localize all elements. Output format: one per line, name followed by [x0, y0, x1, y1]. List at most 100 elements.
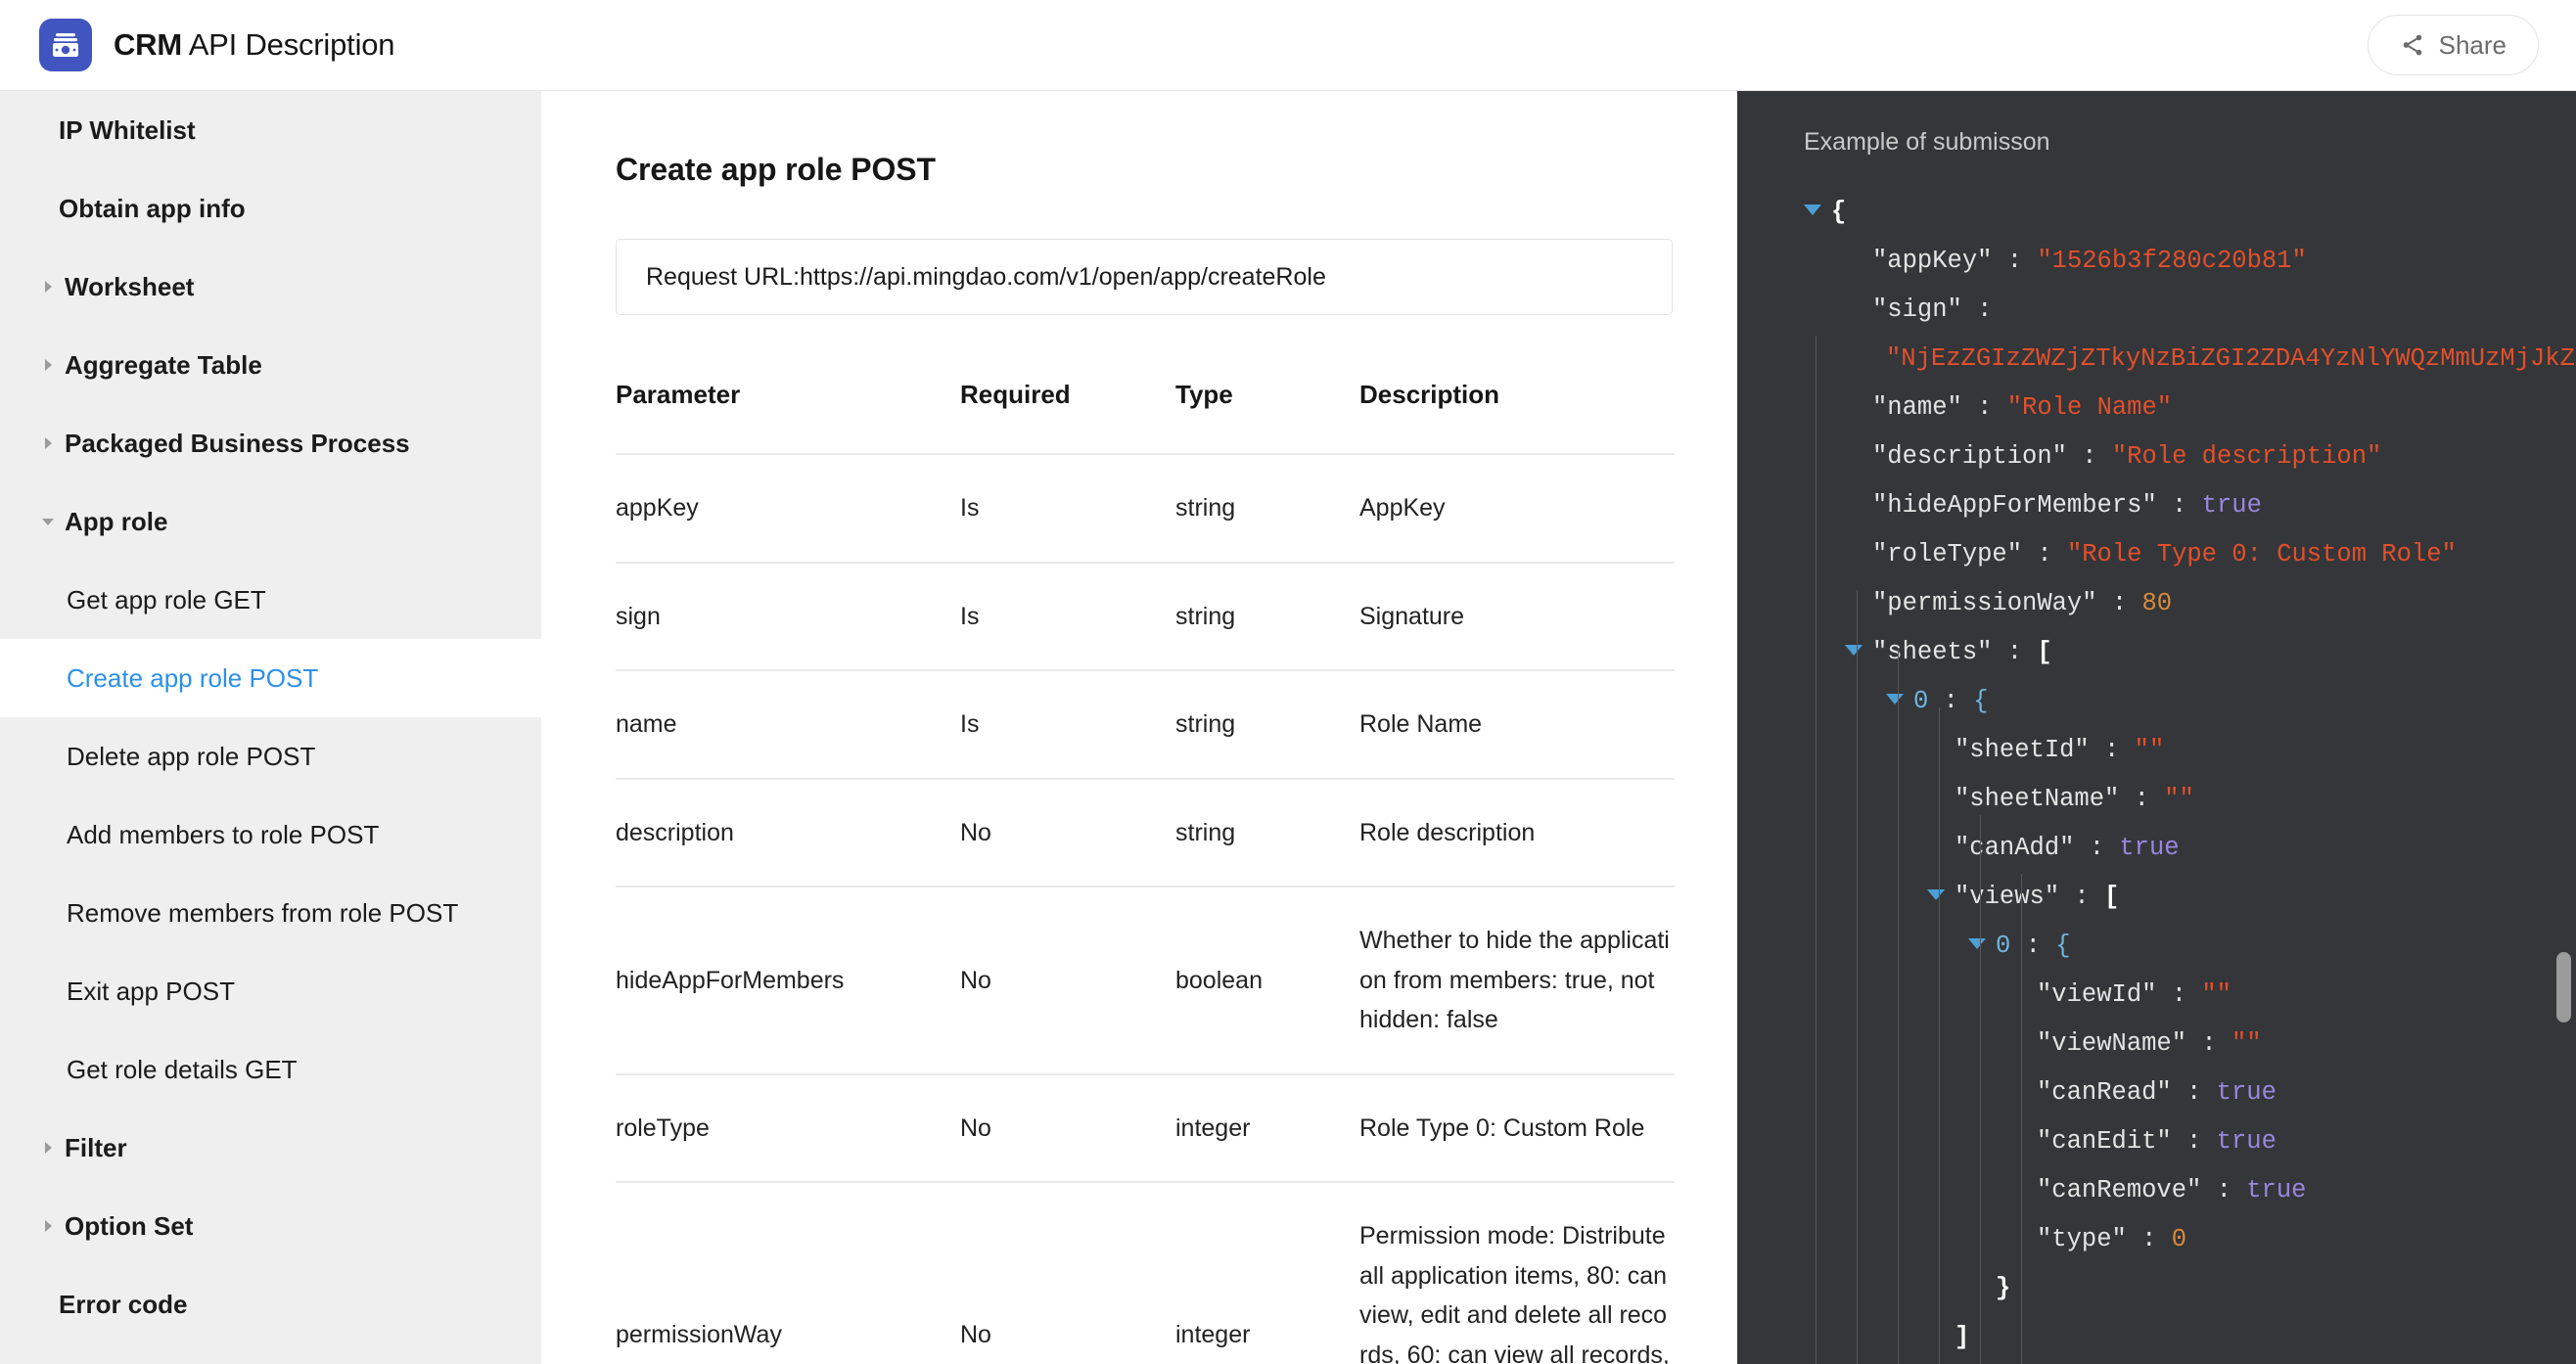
chevron-right-icon[interactable] [37, 276, 59, 297]
sidebar-item-label: Exit app POST [67, 976, 235, 1006]
cell-parameter: sign [616, 562, 960, 671]
request-url-box[interactable]: Request URL:https://api.mingdao.com/v1/o… [616, 239, 1673, 315]
sidebar-item-label: App role [65, 506, 168, 536]
json-colon: : [2156, 980, 2202, 1009]
json-value: "Role description" [2111, 442, 2382, 471]
json-key: "hideAppForMembers" [1872, 491, 2157, 520]
table-row: description No string Role description [616, 778, 1675, 887]
json-line: 0 : { [1804, 677, 2576, 726]
json-key: "views" [1955, 883, 2060, 911]
json-line: "viewId" : "" [1804, 971, 2576, 1020]
json-value: "Role Type 0: Custom Role" [2066, 540, 2457, 568]
json-colon: : [2066, 442, 2112, 471]
json-indent-guide [2021, 874, 2022, 1364]
json-key: "sheetId" [1955, 736, 2090, 764]
sidebar-item-label: Filter [65, 1132, 127, 1162]
cell-type: string [1175, 454, 1359, 564]
sidebar-item-get-role-details-get[interactable]: Get role details GET [0, 1030, 541, 1109]
cell-required: Is [960, 670, 1175, 780]
collapse-triangle-icon[interactable] [1804, 204, 1821, 215]
cell-description: Signature [1359, 562, 1675, 671]
json-colon: : [2096, 589, 2142, 617]
sidebar-item-label: Error code [59, 1289, 188, 1319]
sidebar-item-aggregate-table[interactable]: Aggregate Table [0, 326, 541, 404]
cell-required: No [960, 887, 1175, 1075]
share-button[interactable]: Share [2367, 15, 2539, 75]
cell-description: Role Name [1359, 670, 1675, 780]
sidebar-item-obtain-app-info[interactable]: Obtain app info [0, 169, 541, 248]
json-colon: : [2156, 491, 2202, 520]
json-colon: : [2010, 932, 2056, 960]
sidebar-item-app-role[interactable]: App role [0, 482, 541, 561]
cell-required: No [960, 1073, 1175, 1183]
json-key: "description" [1872, 442, 2067, 471]
cell-parameter: roleType [616, 1073, 960, 1183]
json-line: "canRemove" : true [1804, 1166, 2576, 1215]
json-indent-guide [1898, 649, 1899, 1364]
table-header-row: Parameter Required Type Description [616, 380, 1675, 455]
collapse-triangle-icon[interactable] [1968, 937, 1986, 949]
cell-parameter: appKey [616, 454, 960, 564]
sidebar-item-get-app-role-get[interactable]: Get app role GET [0, 561, 541, 639]
collapse-triangle-icon[interactable] [1886, 693, 1904, 705]
json-value: 0 [2171, 1225, 2187, 1253]
column-header-description: Description [1359, 380, 1675, 455]
collapse-triangle-icon[interactable] [1845, 644, 1863, 656]
sidebar-item-ip-whitelist[interactable]: IP Whitelist [0, 91, 541, 169]
json-key: "canAdd" [1955, 834, 2075, 862]
json-colon: : [2119, 785, 2165, 813]
parameters-table-body: appKey Is string AppKey sign Is string Signatur… [616, 454, 1675, 1364]
sidebar-item-create-app-role-post[interactable]: Create app role POST [0, 639, 541, 717]
sidebar-item-filter[interactable]: Filter [0, 1109, 541, 1187]
json-line: "appKey" : "1526b3f280c20b81" [1804, 237, 2576, 286]
chevron-right-icon[interactable] [37, 1137, 59, 1159]
json-colon: : [1961, 393, 2007, 422]
json-token: } [1996, 1274, 2011, 1302]
json-colon: : [2126, 1225, 2172, 1253]
json-value: true [2246, 1176, 2307, 1205]
chevron-right-icon[interactable] [37, 432, 59, 454]
json-token: ] [1955, 1323, 1970, 1351]
sidebar-navigation[interactable]: IP Whitelist Obtain app info Worksheet Aggr… [0, 91, 541, 1364]
sidebar-item-packaged-business-process[interactable]: Packaged Business Process [0, 404, 541, 482]
json-indent-guide [1939, 707, 1940, 1364]
json-value: true [2216, 1127, 2277, 1156]
json-line: "canEdit" : true [1804, 1117, 2576, 1166]
json-value: "" [2201, 980, 2231, 1009]
sidebar-item-worksheet[interactable]: Worksheet [0, 248, 541, 326]
app-header: CRM API Description Share [0, 0, 2576, 91]
request-url-text: Request URL:https://api.mingdao.com/v1/o… [646, 262, 1326, 291]
sidebar-item-exit-app-post[interactable]: Exit app POST [0, 952, 541, 1030]
json-value: [ [2104, 883, 2120, 911]
chevron-right-icon[interactable] [37, 354, 59, 376]
chevron-right-icon[interactable] [37, 1215, 59, 1237]
json-value: true [2119, 834, 2180, 862]
app-logo-icon [39, 19, 92, 71]
cell-type: string [1175, 778, 1359, 887]
sidebar-item-add-members-to-role-post[interactable]: Add members to role POST [0, 796, 541, 874]
sidebar-item-label: Delete app role POST [67, 741, 316, 771]
json-panel-scrollbar-thumb[interactable] [2556, 952, 2571, 1023]
sidebar-item-error-code[interactable]: Error code [0, 1265, 541, 1343]
json-line: } [1804, 1264, 2576, 1313]
chevron-down-icon[interactable] [37, 511, 59, 532]
json-colon: : [1961, 296, 1993, 324]
json-code-block[interactable]: {"appKey" : "1526b3f280c20b81" "sign" : "N… [1737, 188, 2576, 1362]
cell-required: No [960, 778, 1175, 887]
cell-description: AppKey [1359, 454, 1675, 564]
sidebar-item-label: Get app role GET [67, 584, 266, 614]
table-row: name Is string Role Name [616, 670, 1675, 780]
json-colon: : [2186, 1029, 2231, 1058]
json-value: "" [2134, 736, 2165, 764]
json-line: "description" : "Role description" [1804, 432, 2576, 481]
cell-required: Is [960, 562, 1175, 671]
collapse-triangle-icon[interactable] [1927, 888, 1945, 900]
sidebar-item-delete-app-role-post[interactable]: Delete app role POST [0, 717, 541, 796]
sidebar-item-option-set[interactable]: Option Set [0, 1187, 541, 1265]
json-key: "appKey" [1872, 247, 1993, 275]
sidebar-item-label: Aggregate Table [65, 349, 262, 380]
cell-type: string [1175, 670, 1359, 780]
sidebar-item-remove-members-from-role-post[interactable]: Remove members from role POST [0, 874, 541, 952]
cell-description: Role Type 0: Custom Role [1359, 1073, 1675, 1183]
json-key: "sign" [1872, 296, 1962, 324]
